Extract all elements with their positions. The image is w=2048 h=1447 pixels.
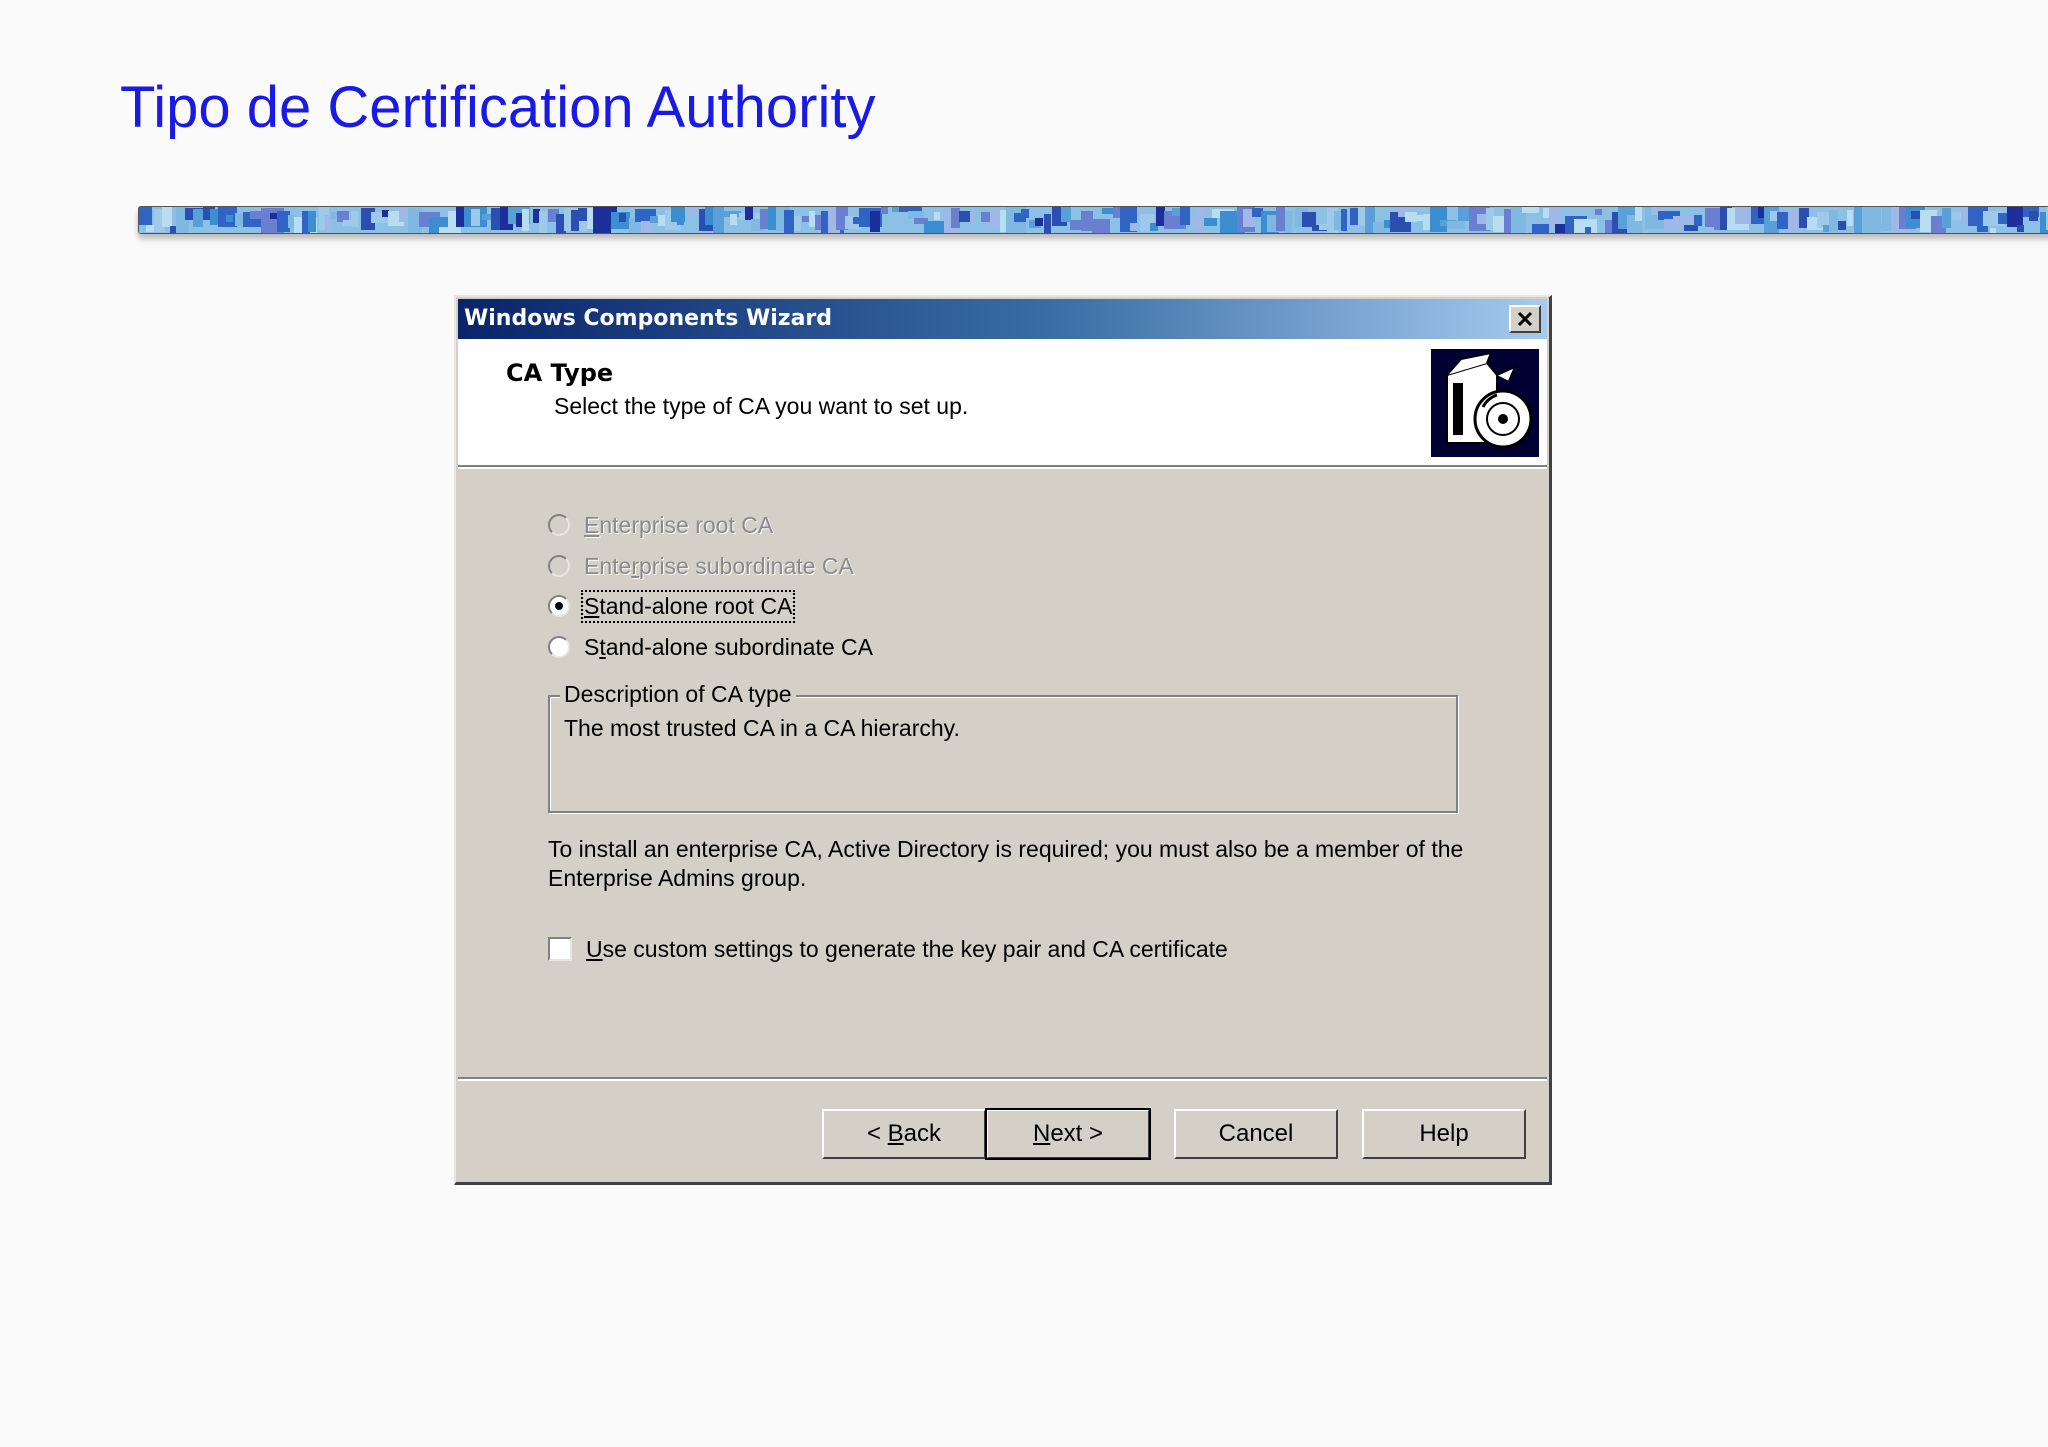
slide: Tipo de Certification Authority Windows … bbox=[0, 0, 2048, 1447]
radio-button bbox=[548, 555, 570, 577]
back-button[interactable]: < Back bbox=[822, 1109, 986, 1159]
custom-settings-checkbox[interactable] bbox=[548, 937, 572, 961]
window-title: Windows Components Wizard bbox=[464, 306, 833, 331]
wizard-dialog: Windows Components Wizard CA Type Select… bbox=[454, 295, 1552, 1185]
radio-enterprise-root: Enterprise root CA bbox=[548, 509, 773, 541]
radio-label-standalone-root[interactable]: Stand-alone root CA bbox=[580, 589, 796, 623]
cancel-button[interactable]: Cancel bbox=[1174, 1109, 1338, 1159]
decorative-banner bbox=[138, 206, 2048, 234]
radio-label-enterprise-subordinate: Enterprise subordinate CA bbox=[584, 552, 854, 579]
radio-standalone-root[interactable]: Stand-alone root CA bbox=[548, 589, 796, 623]
cd-box-icon bbox=[1431, 349, 1539, 457]
help-button[interactable]: Help bbox=[1362, 1109, 1526, 1159]
radio-button-selected[interactable] bbox=[548, 595, 570, 617]
custom-settings-checkbox-row[interactable]: Use custom settings to generate the key … bbox=[548, 933, 1228, 965]
description-text: The most trusted CA in a CA hierarchy. bbox=[564, 715, 960, 741]
description-groupbox: Description of CA type The most trusted … bbox=[548, 681, 1458, 813]
enterprise-info-text: To install an enterprise CA, Active Dire… bbox=[548, 836, 1464, 891]
title-bar[interactable]: Windows Components Wizard bbox=[458, 299, 1547, 339]
radio-standalone-subordinate[interactable]: Stand-alone subordinate CA bbox=[548, 631, 873, 663]
page-subtitle: Select the type of CA you want to set up… bbox=[554, 393, 969, 419]
close-button[interactable] bbox=[1509, 305, 1541, 333]
footer-separator bbox=[458, 1077, 1547, 1081]
radio-enterprise-subordinate: Enterprise subordinate CA bbox=[548, 550, 854, 582]
custom-settings-label[interactable]: Use custom settings to generate the key … bbox=[586, 936, 1228, 963]
page-title: CA Type bbox=[506, 359, 614, 387]
next-button[interactable]: Next > bbox=[985, 1108, 1151, 1160]
radio-label-standalone-subordinate[interactable]: Stand-alone subordinate CA bbox=[584, 634, 873, 661]
radio-button[interactable] bbox=[548, 636, 570, 658]
description-legend: Description of CA type bbox=[560, 681, 796, 708]
radio-button bbox=[548, 514, 570, 536]
radio-label-enterprise-root: Enterprise root CA bbox=[584, 511, 774, 538]
wizard-header: CA Type Select the type of CA you want t… bbox=[458, 339, 1547, 467]
close-icon bbox=[1517, 311, 1533, 327]
slide-title: Tipo de Certification Authority bbox=[120, 75, 876, 140]
